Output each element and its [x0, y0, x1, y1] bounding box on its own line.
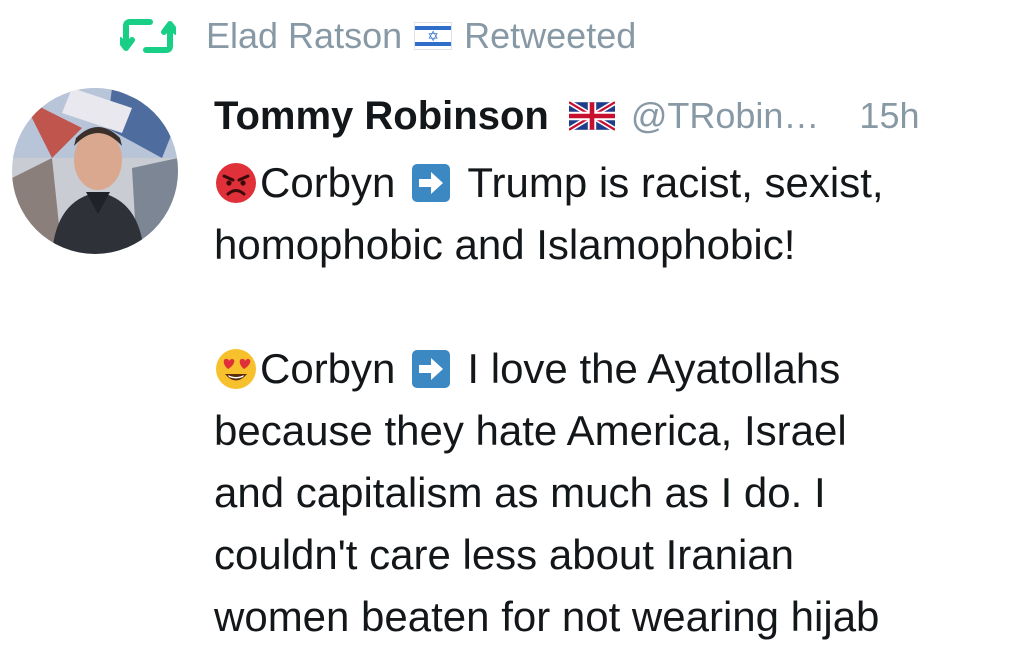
tweet-line: couldn't care less about Iranian [214, 524, 1014, 586]
author-name[interactable]: Tommy Robinson [214, 94, 549, 139]
tweet-line: Corbyn I love the Ayatollahs [214, 338, 1014, 400]
tweet-line-text: homophobic and Islamophobic! [214, 221, 796, 268]
author-handle[interactable]: @TRobin… [631, 95, 820, 137]
tweet-line-text: and capitalism as much as I do. I [214, 469, 826, 516]
tweet-word: Corbyn [260, 345, 396, 392]
right-arrow-icon [412, 350, 451, 388]
tweet: Tommy Robinson @TRobin… 15h Corbyn Trump… [214, 90, 1014, 648]
angry-face-icon [216, 163, 256, 203]
tweet-header: Tommy Robinson @TRobin… 15h [214, 90, 1014, 142]
tweet-line: because they hate America, Israel [214, 400, 1014, 462]
heart-eyes-face-icon [216, 349, 256, 389]
uk-flag-icon [568, 101, 615, 131]
tweet-line-text: Trump is racist, sexist, [467, 159, 884, 206]
retweeter-name[interactable]: Elad Ratson [206, 15, 402, 57]
tweet-line-text: because they hate America, Israel [214, 407, 847, 454]
tweet-line: women beaten for not wearing hijab [214, 586, 1014, 648]
tweet-text: Corbyn Trump is racist, sexist, homophob… [214, 152, 1014, 648]
avatar[interactable] [12, 88, 178, 254]
tweet-line: and capitalism as much as I do. I [214, 462, 1014, 524]
tweet-paragraph-gap [214, 276, 1014, 338]
tweet-line-text: women beaten for not wearing hijab [214, 593, 880, 640]
retweeted-label: Retweeted [464, 15, 637, 56]
tweet-line-text: couldn't care less about Iranian [214, 531, 795, 578]
tweet-line: homophobic and Islamophobic! [214, 214, 1014, 276]
tweet-timestamp[interactable]: 15h [859, 95, 919, 137]
israel-flag-icon: ✡ [414, 22, 453, 50]
tweet-word: Corbyn [260, 159, 396, 206]
tweet-line: Corbyn Trump is racist, sexist, [214, 152, 1014, 214]
retweet-icon [120, 19, 176, 53]
tweet-line-text: I love the Ayatollahs [467, 345, 841, 392]
retweet-context: Elad Ratson ✡ Retweeted [120, 14, 636, 58]
right-arrow-icon [412, 164, 451, 202]
